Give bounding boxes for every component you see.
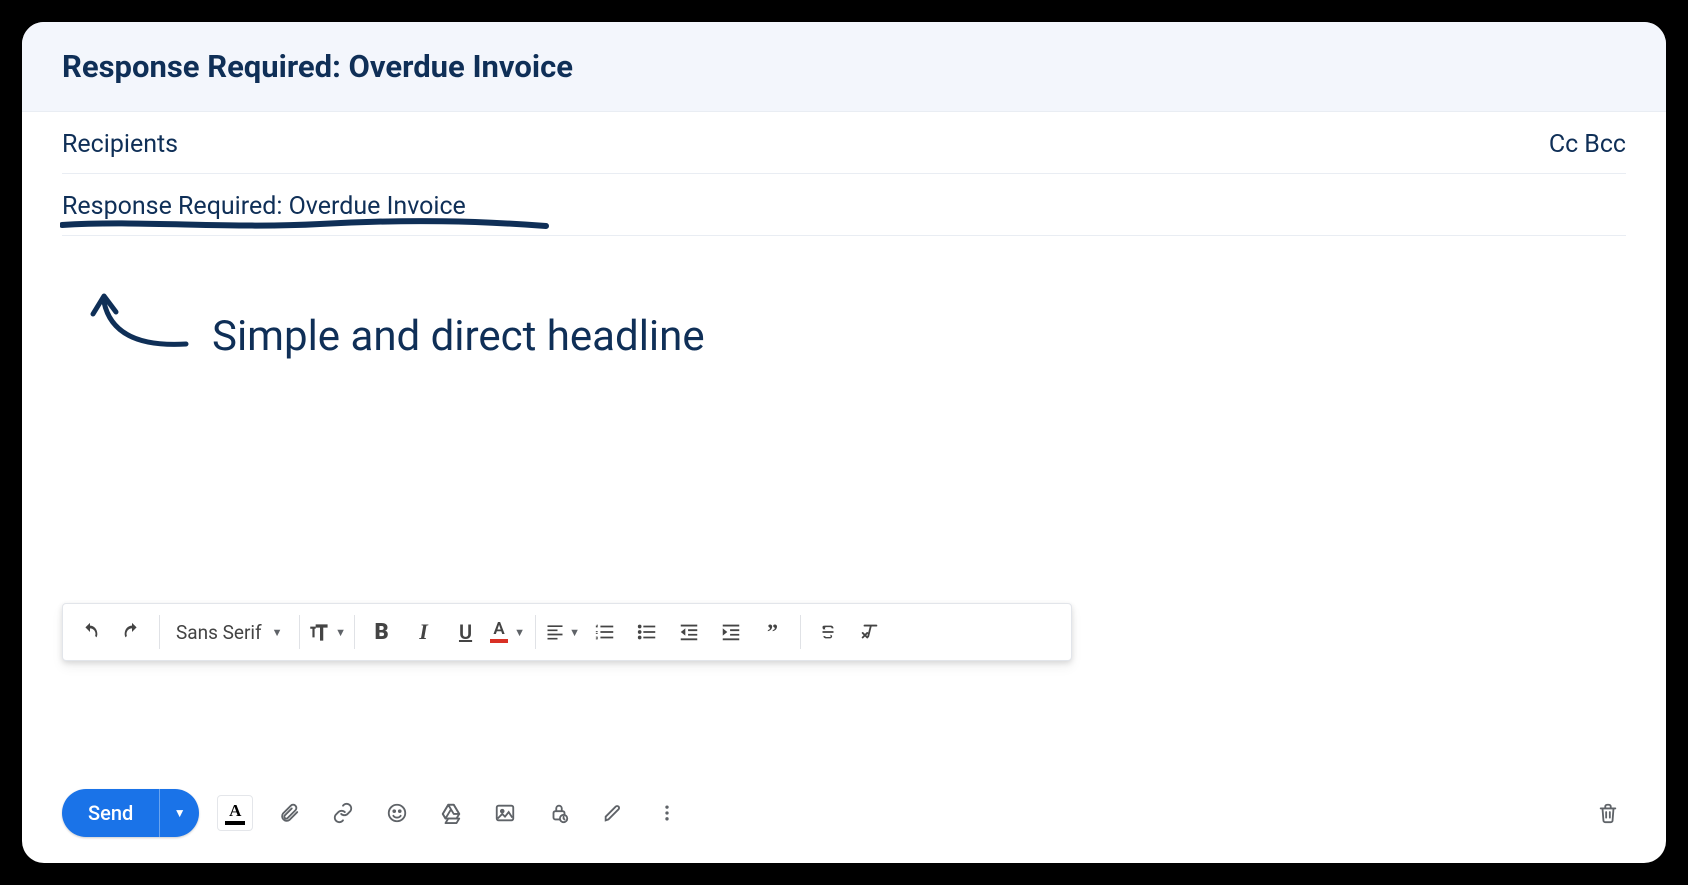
bullet-list-button[interactable] (626, 611, 668, 653)
insert-link-button[interactable] (325, 795, 361, 831)
more-options-button[interactable] (649, 795, 685, 831)
chevron-down-icon: ▼ (335, 626, 346, 639)
annotation-text: Simple and direct headline (212, 312, 705, 361)
align-button[interactable]: ▼ (542, 611, 584, 653)
confidential-mode-button[interactable] (541, 795, 577, 831)
formatting-options-button[interactable]: A (217, 795, 253, 831)
compose-body[interactable]: Simple and direct headline Sans Serif ▼ … (22, 236, 1666, 771)
letter-a-icon: A (229, 802, 241, 819)
text-size-button[interactable]: ▼ (306, 611, 348, 653)
send-button-group: Send ▼ (62, 789, 199, 837)
chevron-down-icon: ▼ (569, 626, 580, 639)
bold-button[interactable]: B (361, 611, 403, 653)
font-family-label: Sans Serif (176, 621, 262, 644)
quote-button[interactable]: ” (752, 611, 794, 653)
recipients-row[interactable]: Recipients Cc Bcc (62, 112, 1626, 174)
curved-arrow-icon (82, 286, 192, 366)
underline-button[interactable]: U (445, 611, 487, 653)
insert-image-button[interactable] (487, 795, 523, 831)
italic-button[interactable]: I (403, 611, 445, 653)
attach-button[interactable] (271, 795, 307, 831)
numbered-list-button[interactable] (584, 611, 626, 653)
subject-value: Response Required: Overdue Invoice (62, 192, 466, 221)
chevron-down-icon: ▼ (514, 626, 525, 639)
strikethrough-button[interactable] (807, 611, 849, 653)
cc-button[interactable]: Cc (1549, 130, 1578, 159)
compose-window: Response Required: Overdue Invoice Recip… (22, 22, 1666, 863)
compose-header: Response Required: Overdue Invoice (22, 22, 1666, 112)
annotation: Simple and direct headline (82, 306, 1626, 366)
chevron-down-icon: ▼ (272, 626, 283, 639)
bottom-toolbar: Send ▼ A (22, 771, 1666, 863)
clear-formatting-button[interactable] (849, 611, 891, 653)
text-color-button[interactable]: A ▼ (487, 611, 529, 653)
send-options-button[interactable]: ▼ (159, 789, 199, 837)
cc-bcc-group: Cc Bcc (1549, 130, 1626, 159)
chevron-down-icon: ▼ (174, 806, 186, 820)
formatting-toolbar: Sans Serif ▼ ▼ B I U A ▼ ▼ (62, 603, 1072, 661)
subject-row[interactable]: Response Required: Overdue Invoice (62, 174, 1626, 236)
font-family-select[interactable]: Sans Serif ▼ (166, 611, 293, 653)
redo-button[interactable] (111, 611, 153, 653)
bottom-left-group: Send ▼ A (62, 789, 685, 837)
insert-drive-button[interactable] (433, 795, 469, 831)
indent-more-button[interactable] (710, 611, 752, 653)
compose-title: Response Required: Overdue Invoice (62, 48, 573, 85)
header-fields: Recipients Cc Bcc Response Required: Ove… (22, 112, 1666, 236)
undo-button[interactable] (69, 611, 111, 653)
color-bar-icon (225, 821, 245, 825)
send-button[interactable]: Send (62, 789, 159, 837)
bcc-button[interactable]: Bcc (1584, 130, 1626, 159)
insert-signature-button[interactable] (595, 795, 631, 831)
insert-emoji-button[interactable] (379, 795, 415, 831)
discard-draft-button[interactable] (1590, 795, 1626, 831)
recipients-label: Recipients (62, 130, 178, 159)
indent-less-button[interactable] (668, 611, 710, 653)
